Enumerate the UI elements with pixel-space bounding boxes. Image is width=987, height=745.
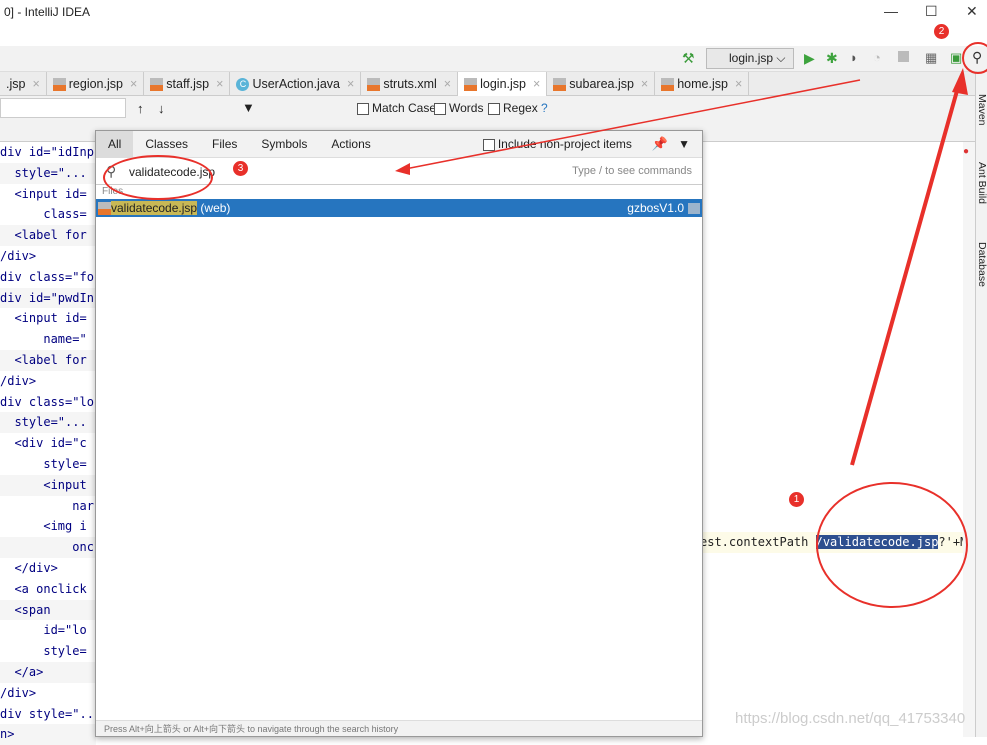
- annotation-badge: 3: [233, 161, 248, 176]
- annotation-badge: 2: [934, 24, 949, 39]
- annotation-circle: [816, 482, 968, 608]
- arrow-to-icon: [850, 79, 962, 466]
- watermark: https://blog.csdn.net/qq_41753340: [735, 710, 966, 727]
- arrow-to-search: [399, 79, 861, 171]
- arrowhead: [952, 68, 968, 95]
- annotation-circle: [103, 155, 213, 200]
- annotation-badge: 1: [789, 492, 804, 507]
- annotation-circle: [962, 42, 987, 74]
- arrowhead: [395, 163, 410, 175]
- annotation-arrows: [395, 68, 968, 466]
